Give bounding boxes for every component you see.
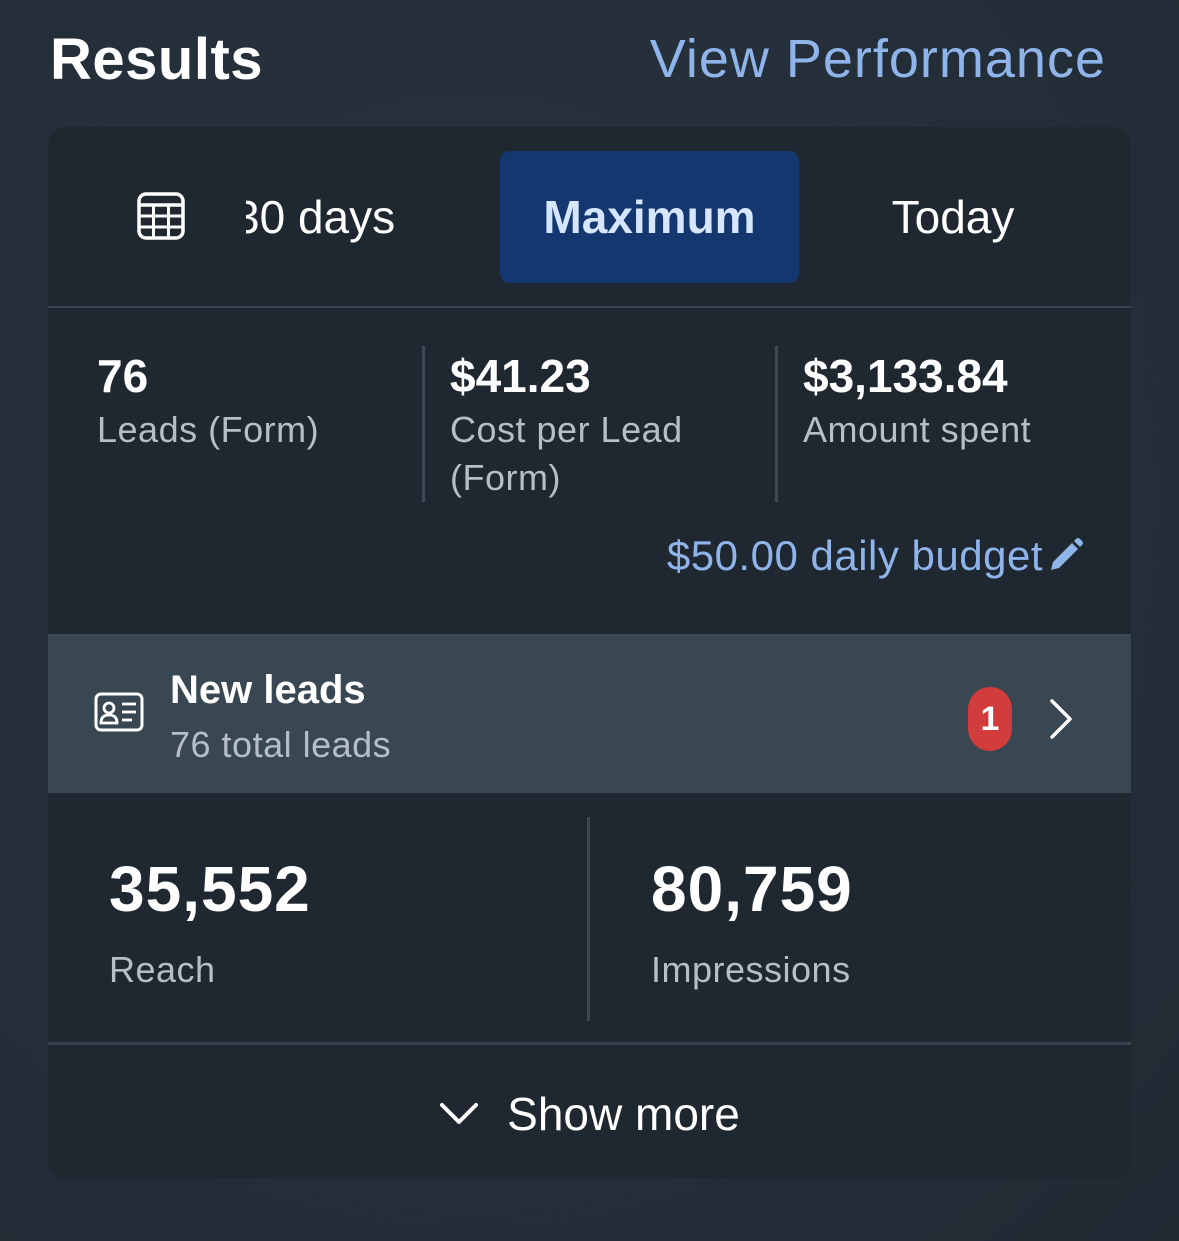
tab-30-days-label: 30 days [246, 191, 396, 243]
stat-label-line2: (Form) [450, 457, 561, 498]
results-card: 30 days Maximum Today 76 Leads (Form) $4… [48, 127, 1131, 1179]
stat-value: $41.23 [450, 350, 591, 402]
stat-amount-spent: $3,133.84 Amount spent [803, 346, 1123, 454]
stat-leads: 76 Leads (Form) [97, 346, 417, 454]
metric-reach: 35,552 Reach [109, 849, 311, 991]
metric-value: 35,552 [109, 853, 311, 925]
page-title: Results [50, 26, 264, 92]
view-performance-link[interactable]: View Performance [650, 28, 1106, 90]
chevron-right-icon [1048, 698, 1074, 745]
divider [587, 817, 590, 1021]
tab-30-days[interactable]: 30 days [246, 151, 446, 283]
tab-maximum-label: Maximum [543, 191, 756, 243]
new-leads-row[interactable]: New leads 76 total leads 1 [48, 634, 1131, 793]
stat-cost-per-lead: $41.23 Cost per Lead (Form) [450, 346, 770, 502]
pencil-icon [1051, 538, 1083, 570]
chevron-down-icon [440, 1102, 479, 1124]
calendar-icon[interactable] [136, 191, 186, 241]
metric-impressions: 80,759 Impressions [651, 849, 853, 991]
date-range-tabs: 30 days Maximum Today [48, 127, 1131, 308]
stats-section: 76 Leads (Form) $41.23 Cost per Lead (Fo… [48, 310, 1131, 630]
tab-maximum[interactable]: Maximum [500, 151, 799, 283]
show-more-button[interactable]: Show more [48, 1048, 1131, 1179]
stat-label: Cost per Lead [450, 409, 683, 450]
divider [422, 346, 425, 502]
tab-today[interactable]: Today [848, 151, 1058, 283]
show-more-label: Show more [507, 1087, 740, 1140]
stat-value: $3,133.84 [803, 350, 1008, 402]
notification-badge: 1 [968, 687, 1012, 751]
metric-value: 80,759 [651, 853, 853, 925]
stat-label: Amount spent [803, 409, 1032, 450]
metric-label: Reach [109, 949, 216, 990]
results-header: Results View Performance [50, 24, 1106, 94]
total-leads-count: 76 total leads [170, 724, 392, 765]
new-leads-title: New leads [170, 668, 366, 712]
metrics-section: 35,552 Reach 80,759 Impressions [48, 793, 1131, 1045]
contact-card-icon [94, 692, 144, 737]
daily-budget-button[interactable]: $50.00 daily budget [667, 532, 1085, 580]
tab-today-label: Today [891, 191, 1015, 243]
stat-value: 76 [97, 350, 149, 402]
divider [775, 346, 778, 502]
metric-label: Impressions [651, 949, 851, 990]
daily-budget-label: $50.00 daily budget [666, 532, 1043, 579]
stat-label: Leads (Form) [97, 409, 320, 450]
